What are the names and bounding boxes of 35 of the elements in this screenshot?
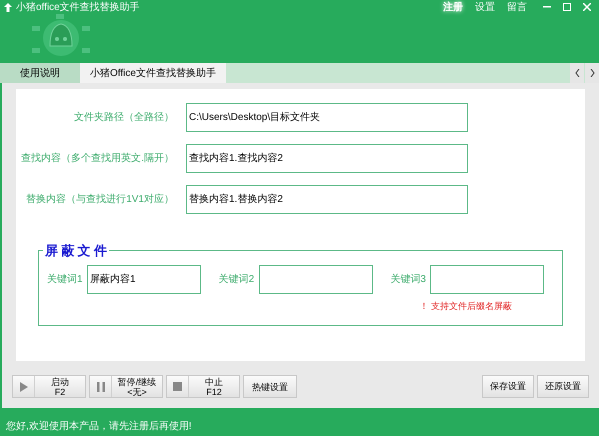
keyword-field[interactable] xyxy=(258,265,373,294)
toolbar-button[interactable]: 热键设置 xyxy=(243,375,297,398)
keyword-field[interactable]: 屏蔽内容1 xyxy=(87,265,201,294)
scroll-left-button[interactable] xyxy=(570,63,584,83)
text-field[interactable]: C:\Users\Desktop\目标文件夹 xyxy=(186,103,468,132)
keyword-field[interactable] xyxy=(430,265,544,294)
hint-text: ！ 支持文件后缀名屏蔽 xyxy=(419,300,512,313)
close-icon[interactable] xyxy=(583,3,591,11)
field-label: 文件夹路径（全路径） xyxy=(73,110,175,125)
settings-button[interactable]: 保存设置 xyxy=(482,375,534,398)
toolbar-button[interactable]: 启动 F2 xyxy=(12,375,86,398)
toolbar-button[interactable]: 中止 F12 xyxy=(166,375,240,398)
window-title: 小猪office文件查找替换助手 xyxy=(16,0,140,14)
chevron-right-icon xyxy=(590,69,594,77)
chevron-left-icon xyxy=(574,69,580,77)
play-icon xyxy=(20,382,28,392)
group-title: 屏 蔽 文 件 xyxy=(43,241,109,260)
settings-button[interactable]: 还原设置 xyxy=(537,375,589,398)
pause-icon xyxy=(96,382,104,392)
keyword-label: 关键词1 xyxy=(47,272,84,287)
field-label: 替换内容（与查找进行1V1对应） xyxy=(25,192,175,207)
keyword-label: 关键词2 xyxy=(218,272,256,287)
tab[interactable]: 小猪Office文件查找替换助手 xyxy=(80,63,226,83)
app-icon xyxy=(4,2,12,12)
stop-icon xyxy=(173,382,182,391)
maximize-icon[interactable] xyxy=(563,3,571,11)
field-label: 查找内容（多个查找用英文.隔开） xyxy=(20,152,175,166)
text-field[interactable]: 替换内容1.替换内容2 xyxy=(186,185,468,214)
keyword-label: 关键词3 xyxy=(390,272,427,287)
tab[interactable]: 使用说明 xyxy=(0,63,80,83)
toolbar-button[interactable]: 暂停/继续 <无> xyxy=(89,375,163,398)
scroll-right-button[interactable] xyxy=(585,63,599,83)
minimize-icon[interactable] xyxy=(543,6,551,8)
text-field[interactable]: 查找内容1.查找内容2 xyxy=(186,144,468,173)
status-text: 您好,欢迎使用本产品，请先注册后再使用! xyxy=(6,420,192,434)
